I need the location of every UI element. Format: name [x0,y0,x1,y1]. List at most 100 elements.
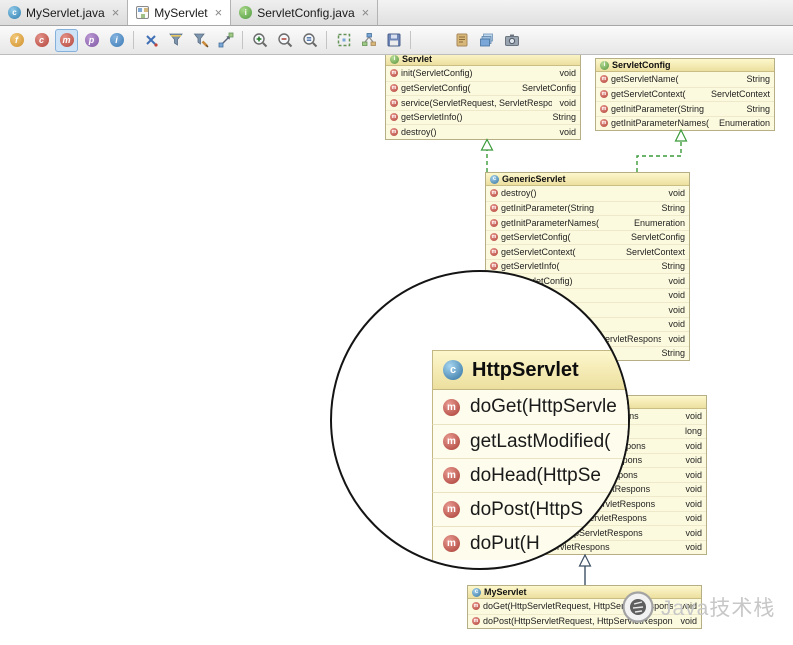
journal-icon [456,33,467,47]
method-row[interactable]: m getInitParameterNames(Enumeration [486,215,689,230]
method-row[interactable]: m getServletInfo() String [386,109,580,125]
constructors-toggle-button[interactable]: c [30,29,53,52]
method-signature: destroy() [401,126,437,137]
method-return-type: String [661,203,685,214]
method-icon: m [390,98,398,107]
close-icon[interactable]: × [362,6,370,19]
method-icon: m [443,398,460,416]
tab-servletconfig-java[interactable]: i ServletConfig.java × [231,0,379,25]
ide-window: i Servlet m init(ServletConfig) void m getServ… [0,0,793,645]
constructors-icon: c [34,33,49,47]
method-return-type: ServletConfig [521,83,576,94]
method-icon: m [390,84,398,93]
class-header[interactable]: c GenericServlet [486,173,689,186]
zoom-out-button[interactable] [273,29,296,52]
change-visibility-button[interactable] [139,29,162,52]
method-row[interactable]: m getServletConfig( ServletConfig [486,229,689,245]
method-icon: m [390,113,398,122]
methods-icon: m [59,33,74,47]
method-return-type: ServletContext [710,89,770,100]
watermark-text: Java技术栈 [661,597,776,620]
method-row[interactable]: m destroy() void [386,124,580,139]
method-return-type: String [661,261,685,272]
method-row[interactable]: m getServletContext(ServletContext [486,244,689,259]
properties-icon: p [84,33,99,47]
fields-icon: f [9,33,24,47]
method-row-zoomed[interactable]: m doPut(H [432,526,628,560]
edit-filter-button[interactable] [189,29,212,52]
actual-size-button[interactable] [298,29,321,52]
journal-button[interactable] [450,29,473,52]
method-icon: m [443,501,460,518]
method-row-zoomed[interactable]: m doHead(HttpSe [432,458,628,492]
apply-layout-button[interactable] [357,29,380,52]
method-icon: m [490,189,498,198]
fields-toggle-button[interactable]: f [5,29,28,52]
method-icon: m [600,104,608,113]
properties-toggle-button[interactable]: p [80,29,103,52]
method-signature: getServletConfig( [501,232,571,243]
actual-size-icon [302,33,317,48]
method-icon: m [490,262,498,271]
methods-toggle-button[interactable]: m [55,28,78,52]
save-diagram-button[interactable] [382,29,405,52]
class-header-zoomed[interactable]: c HttpServlet [432,350,628,390]
method-return-type: Enumeration [633,217,685,228]
method-icon: m [490,233,498,242]
method-return-type: Enumeration [718,118,770,129]
method-icon: m [472,602,480,611]
interface-icon: i [239,6,253,19]
method-icon: m [390,127,398,136]
class-header[interactable]: i ServletConfig [596,59,774,72]
method-return-type: String [552,112,576,123]
method-signature: getInitParameter(String [501,203,595,214]
method-return-type: void [685,469,702,480]
method-row[interactable]: m getInitParameter(String String [596,101,774,116]
layers-button[interactable] [475,29,498,52]
method-return-type: ServletConfig [630,232,685,243]
screenshot-button[interactable] [500,29,523,52]
method-row[interactable]: mgetServletName(String [596,72,774,87]
method-return-type: void [559,68,576,79]
method-icon: m [600,119,608,128]
method-icon: m [600,90,608,99]
zoom-in-button[interactable] [248,29,271,52]
class-node-servletconfig[interactable]: i ServletConfig m getServletName(String m get… [595,58,775,131]
magnifier-rows: m doGet(HttpServle m getLastModified(m doHea… [432,390,628,560]
scope-filter-button[interactable] [164,29,187,52]
inner-classes-toggle-button[interactable]: i [105,29,128,52]
method-return-type: void [668,275,685,286]
method-row-zoomed[interactable]: m doGet(HttpServle [432,390,628,424]
method-icon: m [443,433,460,450]
method-row[interactable]: minit(ServletConfig) void [386,66,580,81]
fit-content-button[interactable] [332,29,355,52]
method-row[interactable]: m getInitParameterNames(Enumeration [596,115,774,131]
class-node-servlet[interactable]: i Servlet m init(ServletConfig) void m getServ… [385,52,581,140]
method-return-type: void [685,513,702,524]
class-name: Servlet [402,54,433,64]
filter-edit-icon [193,33,208,48]
close-icon[interactable]: × [215,6,223,19]
close-icon[interactable]: × [112,6,120,19]
class-icon: c [443,360,463,380]
method-row[interactable]: m getServletContext(ServletContext [596,86,774,102]
save-icon [387,33,400,47]
filter-funnel-icon [168,33,183,46]
method-row[interactable]: m destroy() void [486,186,689,201]
method-row[interactable]: mservice(ServletRequest, ServletRespons v… [386,95,580,110]
tab-myservlet-java[interactable]: c MyServlet.java × [0,0,129,25]
show-dependencies-button[interactable] [214,29,237,52]
method-icon: m [490,218,498,227]
method-row-zoomed[interactable]: m getLastModified( [432,424,628,458]
method-row-zoomed[interactable]: m doPost(HttpS [432,492,628,526]
camera-icon [504,34,519,46]
method-row[interactable]: m getServletInfo(String [486,258,689,274]
inner-classes-icon: i [109,33,124,47]
method-return-type: String [746,74,770,85]
method-row[interactable]: m getInitParameter(String String [486,200,689,216]
method-icon: m [443,535,460,552]
layers-icon [479,33,493,47]
method-row[interactable]: m getServletConfig(ServletConfig [386,80,580,96]
tab-myservlet[interactable]: MyServlet × [128,0,232,25]
method-return-type: void [668,319,685,330]
